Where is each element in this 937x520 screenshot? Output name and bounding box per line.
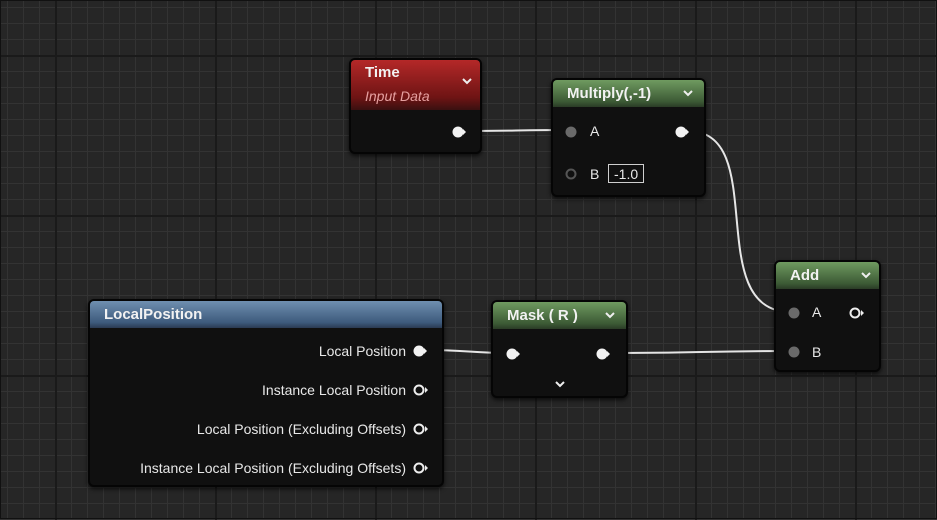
mask-node-header[interactable]: Mask ( R ) bbox=[493, 302, 626, 329]
output-pin-label: Instance Local Position (Excluding Offse… bbox=[140, 460, 406, 476]
local-position-node[interactable]: LocalPosition Local Position Instance Lo… bbox=[88, 299, 444, 487]
pin-b-label: B bbox=[590, 166, 600, 182]
node-title: LocalPosition bbox=[104, 306, 203, 323]
output-pin-label: Local Position bbox=[318, 343, 406, 359]
pin-a-label: A bbox=[590, 123, 600, 139]
output-pin-label: Local Position (Excluding Offsets) bbox=[196, 421, 406, 437]
hollow-pin-icon[interactable] bbox=[413, 423, 429, 435]
multiply-node[interactable]: Multiply(,-1) A B -1.0 bbox=[551, 78, 706, 197]
connected-input-pin-icon[interactable] bbox=[565, 126, 577, 138]
connected-input-pin-icon[interactable] bbox=[788, 346, 800, 358]
pin-a-label: A bbox=[812, 304, 822, 320]
filled-pin-icon[interactable] bbox=[596, 348, 610, 360]
pin-b-label: B bbox=[812, 344, 822, 360]
filled-pin-icon[interactable] bbox=[452, 126, 466, 138]
b-value-field[interactable]: -1.0 bbox=[608, 164, 645, 183]
node-title: Mask ( R ) bbox=[507, 307, 578, 324]
time-node[interactable]: Time Input Data bbox=[349, 58, 482, 154]
chevron-down-icon[interactable] bbox=[460, 74, 474, 88]
node-subtitle: Input Data bbox=[365, 88, 430, 104]
local-position-node-header[interactable]: LocalPosition bbox=[90, 301, 442, 328]
filled-pin-icon[interactable] bbox=[675, 126, 689, 138]
node-title: Add bbox=[790, 267, 820, 284]
output-pin-label: Instance Local Position bbox=[262, 382, 406, 398]
material-graph-canvas[interactable]: Time Input Data Multiply(,-1) A B -1.0 A… bbox=[1, 1, 937, 520]
chevron-down-icon[interactable] bbox=[859, 268, 873, 282]
node-title: Multiply(,-1) bbox=[567, 85, 652, 102]
time-node-header[interactable]: Time Input Data bbox=[351, 60, 480, 110]
hollow-pin-icon[interactable] bbox=[849, 307, 865, 319]
mask-node[interactable]: Mask ( R ) bbox=[491, 300, 628, 398]
multiply-node-header[interactable]: Multiply(,-1) bbox=[553, 80, 704, 107]
chevron-down-icon[interactable] bbox=[681, 86, 695, 100]
add-node-header[interactable]: Add bbox=[776, 262, 879, 289]
hollow-pin-icon[interactable] bbox=[413, 462, 429, 474]
node-title: Time bbox=[365, 64, 400, 81]
hollow-pin-icon[interactable] bbox=[413, 384, 429, 396]
filled-pin-icon[interactable] bbox=[413, 345, 427, 357]
connected-input-pin-icon[interactable] bbox=[788, 307, 800, 319]
wire-mask-to-add-b[interactable] bbox=[604, 350, 793, 354]
chevron-down-icon[interactable] bbox=[603, 308, 617, 322]
filled-pin-icon[interactable] bbox=[506, 348, 520, 360]
hollow-pin-icon[interactable] bbox=[565, 168, 577, 180]
chevron-down-icon[interactable] bbox=[553, 377, 567, 391]
add-node[interactable]: Add A B bbox=[774, 260, 881, 372]
